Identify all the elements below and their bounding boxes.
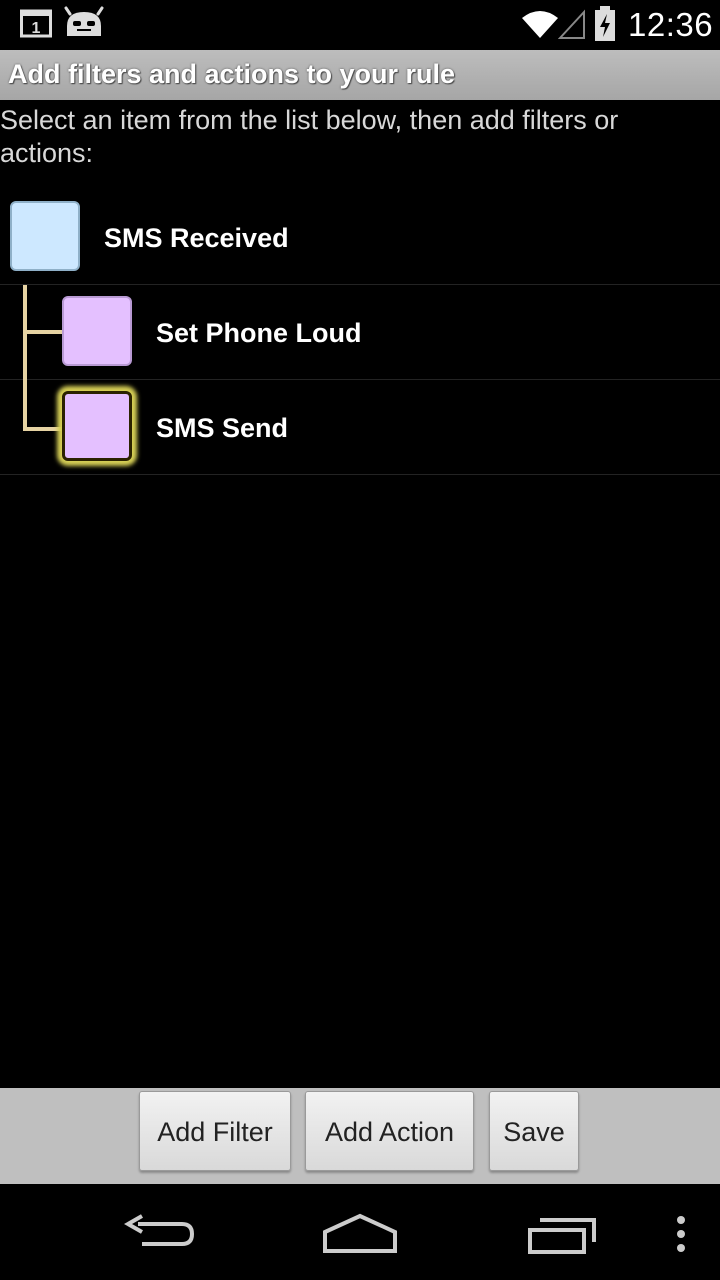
list-item-set-phone-loud[interactable]: Set Phone Loud (0, 285, 720, 380)
tree-connector-branch (23, 427, 63, 431)
add-action-button[interactable]: Add Action (305, 1091, 474, 1171)
calendar-notification-icon: 1 (20, 9, 52, 38)
list-item-sms-send[interactable]: SMS Send (0, 380, 720, 475)
action-color-box (62, 296, 132, 366)
navigation-bar (0, 1184, 720, 1280)
action-color-box-selected (62, 391, 132, 461)
button-bar: Add Filter Add Action Save (0, 1088, 720, 1184)
wifi-icon (522, 11, 558, 38)
list-item-label: Set Phone Loud (156, 318, 362, 348)
add-filter-button[interactable]: Add Filter (139, 1091, 291, 1171)
cyanogenmod-icon (64, 6, 104, 36)
instructions-text: Select an item from the list below, then… (0, 105, 619, 168)
home-icon[interactable] (322, 1212, 398, 1254)
tree-connector-branch (23, 330, 63, 334)
page-title: Add filters and actions to your rule (8, 59, 456, 89)
overflow-menu-icon[interactable] (674, 1214, 688, 1256)
back-icon[interactable] (124, 1214, 196, 1254)
tree-connector-line (23, 380, 27, 431)
save-button[interactable]: Save (489, 1091, 579, 1171)
list-item-sms-received[interactable]: SMS Received (0, 190, 720, 285)
rule-item-list: SMS Received Set Phone Loud SMS Send (0, 190, 720, 475)
status-time: 12:36 (628, 6, 714, 43)
recent-apps-icon[interactable] (526, 1216, 598, 1254)
battery-charging-icon (595, 6, 615, 41)
status-bar: 1 12:36 (0, 0, 720, 50)
list-item-label: SMS Received (104, 223, 289, 253)
signal-icon (558, 9, 585, 39)
trigger-color-box (10, 201, 80, 271)
title-bar: Add filters and actions to your rule (0, 50, 720, 100)
calendar-day: 1 (32, 20, 41, 37)
list-item-label: SMS Send (156, 413, 289, 443)
